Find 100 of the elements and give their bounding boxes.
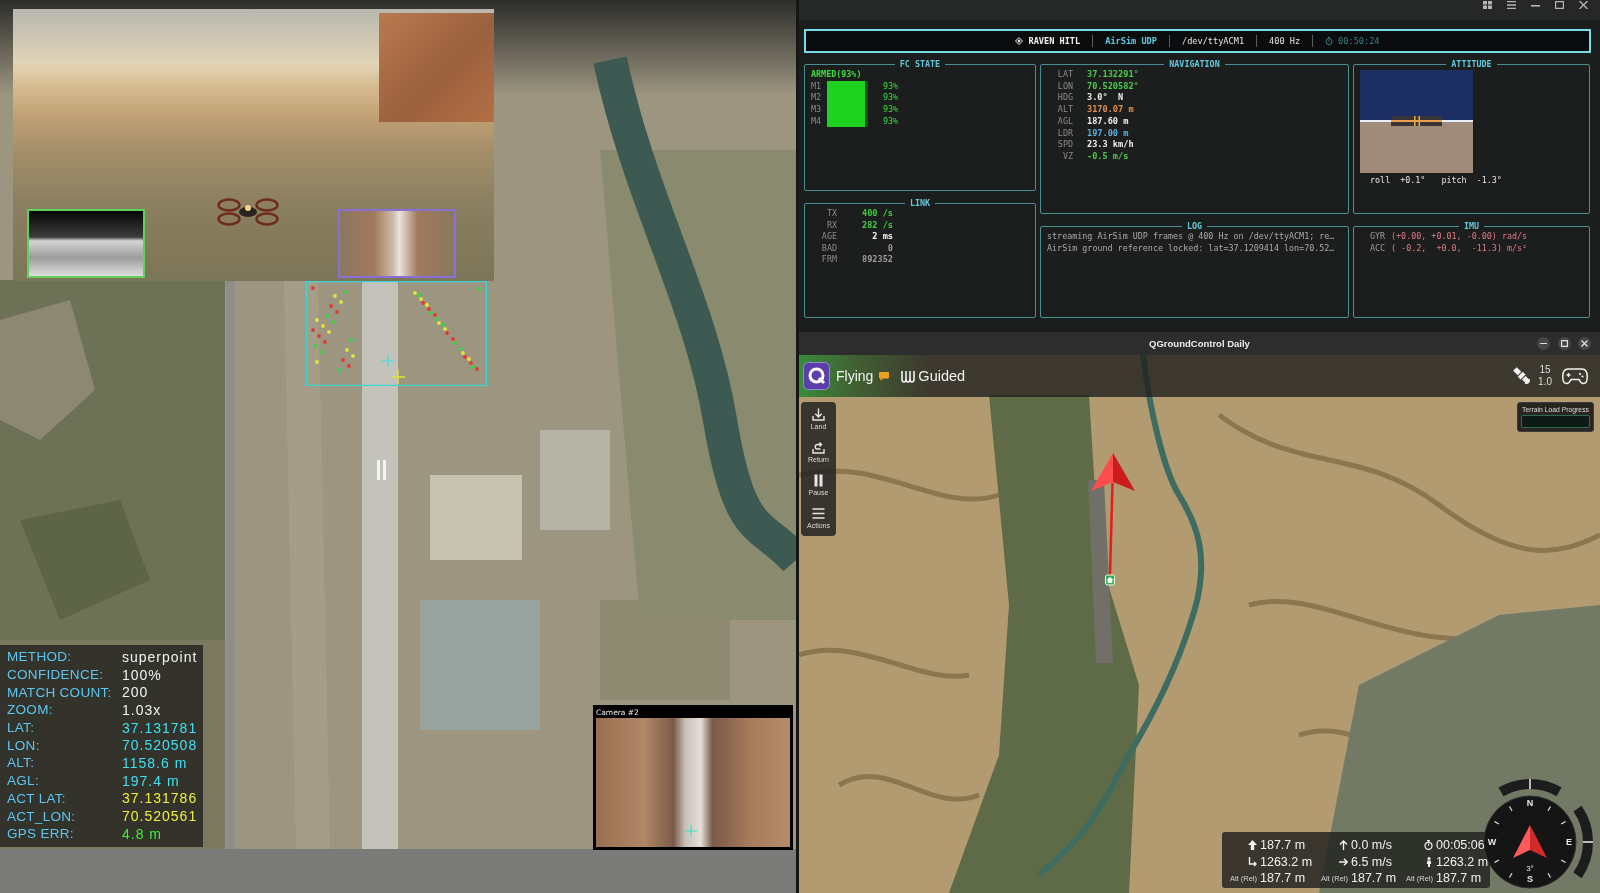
nav-label: SPD	[1057, 139, 1073, 151]
flight-mode-icon	[901, 369, 916, 383]
nav-value: 3.0° N	[1087, 92, 1124, 105]
overlay-value: 70.520508	[122, 737, 198, 754]
elapsed-timer: 00:50:24	[1338, 35, 1380, 47]
compass-bezel-arc	[1498, 778, 1562, 797]
overlay-value: superpoint	[122, 648, 198, 665]
maximize-button[interactable]	[1557, 337, 1571, 350]
nav-label: ALT	[1057, 104, 1073, 116]
panel-title: NAVIGATION	[1168, 59, 1221, 69]
overlay-label: LAT:	[7, 720, 35, 736]
maximize-icon[interactable]	[1555, 1, 1564, 9]
home-marker-icon	[1105, 574, 1115, 586]
log-line: AirSim ground reference locked: lat=37.1209414 lon=70.52…	[1047, 242, 1335, 255]
download-arrow-icon	[812, 408, 825, 421]
overlay-value: 1158.6 m	[122, 754, 188, 771]
compass-bezel-arc	[1573, 806, 1594, 878]
person-icon	[1424, 856, 1433, 867]
menu-icon[interactable]	[1507, 1, 1516, 9]
telemetry-value: 1263.2 m	[1260, 854, 1313, 869]
telemetry-value: 187.7 m	[1436, 871, 1482, 886]
message-icon[interactable]	[879, 371, 890, 381]
flight-state-button[interactable]: Flying	[836, 367, 874, 385]
overlay-value: 37.131786	[122, 790, 198, 807]
overlay-label: CONFIDENCE:	[7, 667, 104, 683]
header-field: 400 Hz	[1269, 35, 1301, 47]
panel-title: IMU	[1462, 221, 1481, 231]
overlay-value: 4.8 m	[122, 825, 162, 842]
corner-arrow-icon	[1248, 856, 1257, 867]
grid-icon[interactable]	[1483, 1, 1492, 9]
imu-label: ACC	[1370, 242, 1386, 255]
link-stat-label: FRM	[821, 254, 837, 266]
overlay-label: LON:	[7, 737, 40, 753]
aircraft-symbol-icon	[1391, 116, 1442, 126]
gamepad-icon[interactable]	[1562, 367, 1588, 385]
overlay-value: 100%	[122, 666, 162, 683]
imu-value: ( -0.2, +0.0, -11.3) m/s²	[1391, 242, 1528, 255]
overlay-value: 1.03x	[122, 701, 162, 718]
panel-title: LINK	[908, 198, 932, 208]
progress-track	[1521, 415, 1590, 428]
link-stat-value: 0	[887, 242, 893, 254]
link-stat-value: 892352	[861, 254, 893, 266]
close-icon	[1581, 340, 1588, 347]
link-stat-label: RX	[826, 219, 837, 231]
telemetry-value: 187.7 m	[1351, 871, 1397, 886]
nav-label: LON	[1057, 80, 1073, 93]
motor-reading: 93%	[883, 92, 899, 105]
compass-south-label: S	[1527, 874, 1533, 884]
window-title: QGroundControl Daily	[1149, 338, 1250, 349]
diamond-icon	[1015, 37, 1024, 45]
header-field: /dev/ttyACM1	[1181, 35, 1245, 47]
nav-label: HDG	[1057, 92, 1073, 105]
satellite-icon	[1512, 366, 1533, 386]
link-stat-value: 282 /s	[861, 219, 893, 231]
link-stat-label: AGE	[821, 231, 837, 243]
overlay-value: 70.520561	[122, 808, 198, 825]
flight-mode-button[interactable]: Guided	[901, 367, 966, 385]
maximize-icon	[1560, 340, 1568, 347]
gps-status-button[interactable]: 15 1.0	[1512, 364, 1552, 388]
motor-label: M4	[811, 115, 822, 128]
imu-value: (+0.00, +0.01, -0.00) rad/s	[1391, 231, 1528, 243]
telemetry-value: 1263.2 m	[1436, 854, 1489, 869]
telemetry-value: 187.7 m	[1260, 871, 1306, 886]
stopwatch-icon	[1325, 37, 1334, 45]
close-button[interactable]	[1578, 337, 1591, 350]
minimize-icon	[1540, 342, 1547, 345]
menu-icon	[812, 507, 825, 520]
telemetry-value: 187.7 m	[1260, 838, 1306, 853]
overlay-label: ZOOM:	[7, 702, 53, 718]
attitude-label: roll	[1370, 174, 1391, 186]
app-logo-icon[interactable]	[803, 362, 830, 390]
imu-label: GYR	[1370, 231, 1386, 243]
compass-east-label: E	[1566, 837, 1572, 847]
minimize-button[interactable]	[1537, 337, 1550, 350]
vehicle-arrow-icon	[1513, 825, 1547, 858]
nav-value: -0.5 m/s	[1087, 150, 1129, 163]
source-label: AirSim UDP	[1105, 35, 1157, 47]
right-arrow-icon	[1339, 856, 1348, 867]
overlay-label: AGL:	[7, 773, 39, 789]
armed-status: ARMED(93%)	[811, 69, 862, 81]
up-arrow-icon	[1248, 840, 1257, 851]
panel-title: FC STATE	[898, 59, 942, 69]
telemetry-value: 00:05:06	[1436, 838, 1485, 853]
up-arrow-icon	[1339, 840, 1348, 851]
nav-value: 197.00 m	[1087, 127, 1129, 140]
link-stat-value: 400 /s	[861, 208, 893, 220]
close-icon[interactable]	[1579, 1, 1588, 9]
nav-label: AGL	[1057, 115, 1073, 128]
attitude-value: +0.1°	[1400, 174, 1426, 186]
overlay-label: ACT_LON:	[7, 808, 76, 824]
link-stat-value: 2 ms	[872, 231, 893, 243]
return-arrow-icon	[812, 441, 825, 454]
telemetry-value: 6.5 m/s	[1351, 854, 1392, 869]
crosshair-icon	[685, 825, 697, 837]
attitude-label: pitch	[1441, 174, 1467, 186]
motor-reading: 93%	[883, 115, 899, 128]
overlay-label: GPS ERR:	[7, 826, 74, 842]
attitude-value: -1.3°	[1476, 174, 1502, 186]
motor-reading: 93%	[883, 104, 899, 116]
stopwatch-icon	[1424, 840, 1433, 851]
